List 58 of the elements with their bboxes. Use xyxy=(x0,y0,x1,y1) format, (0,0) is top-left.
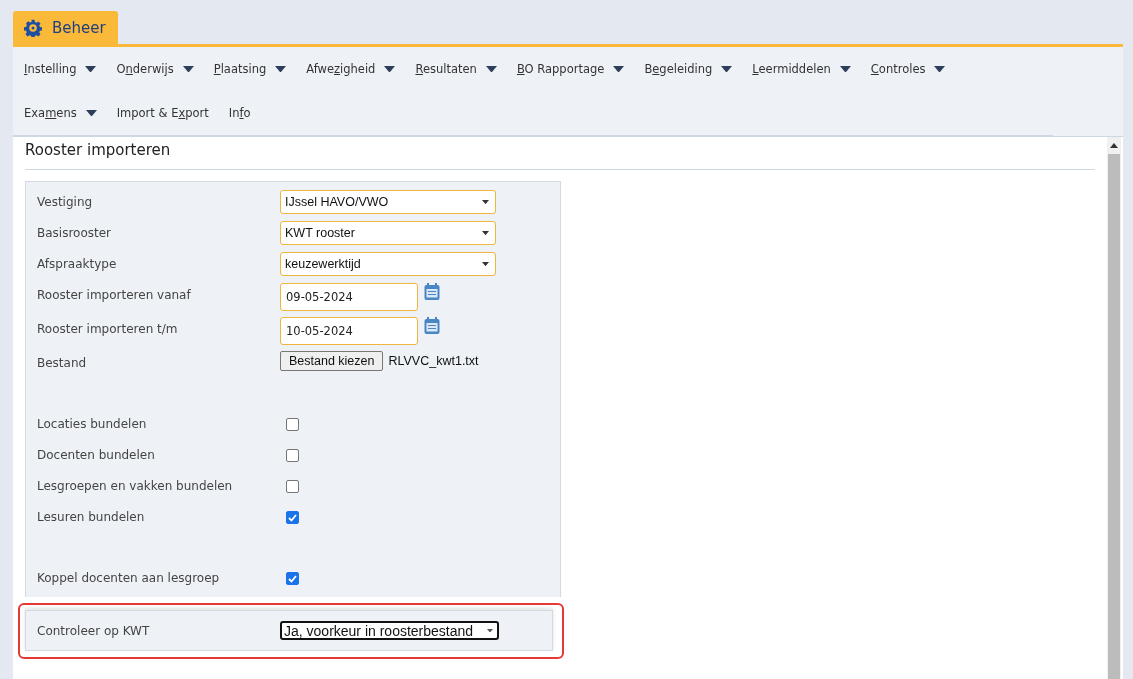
page-title: Rooster importeren xyxy=(25,141,1095,170)
menu-item[interactable]: Plaatsing xyxy=(213,47,287,91)
field-label: Locaties bundelen xyxy=(37,416,148,431)
caret-icon xyxy=(182,65,194,73)
field-label: Vestiging xyxy=(37,194,94,209)
field-label: Lesuren bundelen xyxy=(37,509,146,524)
field-label: Afspraaktype xyxy=(37,256,118,271)
caret-icon xyxy=(613,65,625,73)
menu-item[interactable]: Afwezigheid xyxy=(306,47,396,91)
gear-icon xyxy=(24,18,42,37)
menu-item[interactable]: Begeleiding xyxy=(644,47,733,91)
menu-item[interactable]: Resultaten xyxy=(415,47,497,91)
scrollbar[interactable] xyxy=(1107,137,1121,679)
select-field[interactable]: keuzewerktijd xyxy=(280,252,496,276)
caret-icon xyxy=(482,199,489,205)
caret-icon xyxy=(275,65,287,73)
field-label: Koppel docenten aan lesgroep xyxy=(37,570,221,585)
caret-icon xyxy=(839,65,851,73)
calendar-icon[interactable] xyxy=(424,283,440,300)
menu-item[interactable]: Controles xyxy=(870,47,946,91)
checkbox[interactable] xyxy=(286,572,299,585)
date-field[interactable]: 09-05-2024 xyxy=(280,283,418,311)
field-label: Rooster importeren t/m xyxy=(37,321,179,336)
caret-icon xyxy=(487,628,493,633)
menu-item[interactable]: Instelling xyxy=(24,47,97,91)
menu-item[interactable]: Leermiddelen xyxy=(752,47,851,91)
field-label: Lesgroepen en vakken bundelen xyxy=(37,478,234,493)
menu-item[interactable]: Info xyxy=(228,91,251,135)
scroll-up-icon[interactable] xyxy=(1110,143,1118,148)
select-field[interactable]: KWT rooster xyxy=(280,221,496,245)
caret-icon xyxy=(85,65,97,73)
field-label: Basisrooster xyxy=(37,225,113,240)
caret-icon xyxy=(721,65,733,73)
menu-item[interactable]: Onderwijs xyxy=(116,47,194,91)
caret-icon xyxy=(85,109,97,117)
select-field[interactable]: Ja, voorkeur in roosterbestand xyxy=(280,621,499,640)
beheer-tab[interactable]: Beheer xyxy=(13,11,118,44)
checkbox[interactable] xyxy=(286,418,299,431)
field-label: Rooster importeren vanaf xyxy=(37,287,192,302)
caret-icon xyxy=(482,261,489,267)
field-label: Controleer op KWT xyxy=(37,623,151,638)
choose-file-button[interactable]: Bestand kiezen xyxy=(280,351,384,371)
caret-icon xyxy=(485,65,497,73)
caret-icon xyxy=(934,65,946,73)
field-label: Docenten bundelen xyxy=(37,447,156,462)
file-name: RLVVC_kwt1.txt xyxy=(388,353,479,370)
calendar-icon[interactable] xyxy=(424,317,440,334)
checkbox[interactable] xyxy=(286,480,299,493)
caret-icon xyxy=(384,65,396,73)
checkbox[interactable] xyxy=(286,449,299,462)
date-field[interactable]: 10-05-2024 xyxy=(280,317,418,345)
menu-item[interactable]: Examens xyxy=(24,91,97,135)
menu-item[interactable]: BO Rapportage xyxy=(516,47,625,91)
checkbox[interactable] xyxy=(286,511,299,524)
caret-icon xyxy=(482,230,489,236)
select-field[interactable]: IJssel HAVO/VWO xyxy=(280,190,496,214)
menu-item[interactable]: Import & Export xyxy=(116,91,209,135)
field-label: Bestand xyxy=(37,355,88,370)
